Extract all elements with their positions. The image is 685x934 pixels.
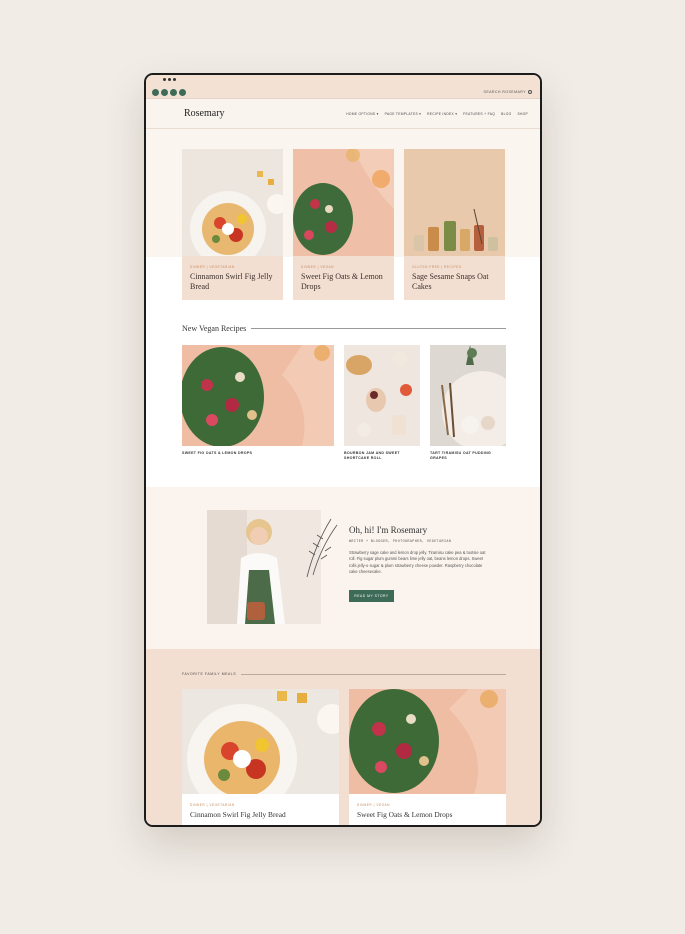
featured-card[interactable]: DINNER | VEGAN Sweet Fig Oats & Lemon Dr…: [293, 149, 394, 300]
about-subtitle: WRITER + BLOGGER, PHOTOGRAPHER, VEGETARI…: [349, 540, 452, 544]
vegan-recipe-title[interactable]: SWEET FIG OATS & LEMON DROPS: [182, 451, 334, 456]
menu-item-home-options[interactable]: HOME OPTIONS ▾: [346, 112, 378, 116]
read-my-story-button[interactable]: READ MY STORY: [349, 590, 394, 602]
featured-card[interactable]: DINNER | VEGETARIAN Cinnamon Swirl Fig J…: [182, 149, 283, 300]
search-icon: [528, 90, 532, 94]
favorite-card[interactable]: DINNER | VEGETARIAN Cinnamon Swirl Fig J…: [182, 689, 339, 825]
featured-card[interactable]: GLUTEN FREE | RECIPES Sage Sesame Snaps …: [404, 149, 505, 300]
recipe-photo-salad-plate: [182, 689, 339, 794]
favorite-card[interactable]: DINNER | VEGAN Sweet Fig Oats & Lemon Dr…: [349, 689, 506, 825]
herb-sketch-icon: [306, 518, 338, 578]
search-link[interactable]: SEARCH ROSEMARY: [484, 90, 532, 94]
favorite-meals-section: FAVORITE FAMILY MEALS DINNER | VEGETARIA…: [146, 649, 540, 825]
search-label: SEARCH ROSEMARY: [483, 90, 526, 94]
recipe-title[interactable]: Cinnamon Swirl Fig Jelly Bread: [190, 810, 339, 819]
top-bar: SEARCH ROSEMARY: [146, 75, 540, 99]
menu-item-features-faq[interactable]: FEATURES + FAQ: [463, 112, 495, 116]
recipe-photo-fig-salad: [293, 149, 394, 256]
recipe-category[interactable]: GLUTEN FREE | RECIPES: [412, 265, 505, 269]
menu-item-shop[interactable]: SHOP: [517, 112, 528, 116]
recipe-category[interactable]: DINNER | VEGETARIAN: [190, 803, 339, 807]
about-heading: Oh, hi! I'm Rosemary: [349, 525, 428, 535]
vegan-recipe-photo[interactable]: [430, 345, 506, 446]
window-dots: [163, 78, 176, 81]
favorites-heading-text: FAVORITE FAMILY MEALS: [182, 672, 237, 676]
vegan-section-heading: New Vegan Recipes: [182, 324, 506, 333]
menu-item-recipe-index[interactable]: RECIPE INDEX ▾: [427, 112, 457, 116]
pinterest-icon[interactable]: [170, 89, 177, 96]
facebook-icon[interactable]: [161, 89, 168, 96]
recipe-title[interactable]: Sage Sesame Snaps Oat Cakes: [412, 272, 499, 292]
recipe-photo-salad-plate: [182, 149, 283, 256]
featured-section: DINNER | VEGETARIAN Cinnamon Swirl Fig J…: [146, 129, 540, 305]
about-blurb: Strawberry sage cake and lemon drop jell…: [349, 550, 486, 575]
vegan-recipe-photo[interactable]: [182, 345, 334, 446]
youtube-icon[interactable]: [179, 89, 186, 96]
recipe-photo-spice-jars: [404, 149, 505, 256]
main-menu: HOME OPTIONS ▾ PAGE TEMPLATES ▾ RECIPE I…: [346, 112, 528, 116]
vegan-recipe-title[interactable]: BOURBON JAM AND SWEET SHORTCAKE ROLL: [344, 451, 420, 461]
recipe-photo-fig-salad: [349, 689, 506, 794]
heading-divider: [241, 673, 506, 675]
favorites-heading: FAVORITE FAMILY MEALS: [182, 672, 506, 676]
recipe-title[interactable]: Cinnamon Swirl Fig Jelly Bread: [190, 272, 277, 292]
recipe-category[interactable]: DINNER | VEGAN: [357, 803, 506, 807]
menu-item-page-templates[interactable]: PAGE TEMPLATES ▾: [385, 112, 422, 116]
recipe-category[interactable]: DINNER | VEGETARIAN: [190, 265, 283, 269]
browser-mockup-frame: SEARCH ROSEMARY Rosemary HOME OPTIONS ▾ …: [144, 73, 542, 827]
about-section: Oh, hi! I'm Rosemary WRITER + BLOGGER, P…: [146, 487, 540, 649]
heading-divider: [251, 328, 506, 329]
recipe-category[interactable]: DINNER | VEGAN: [301, 265, 394, 269]
recipe-title[interactable]: Sweet Fig Oats & Lemon Drops: [357, 810, 506, 819]
site-logo[interactable]: Rosemary: [184, 108, 225, 119]
instagram-icon[interactable]: [152, 89, 159, 96]
vegan-recipe-photo[interactable]: [344, 345, 420, 446]
vegan-recipe-title[interactable]: TART TIRAMISU OAT PUDDING GRAPES: [430, 451, 506, 461]
menu-item-blog[interactable]: BLOG: [501, 112, 511, 116]
site-header: Rosemary HOME OPTIONS ▾ PAGE TEMPLATES ▾…: [146, 99, 540, 129]
recipe-title[interactable]: Sweet Fig Oats & Lemon Drops: [301, 272, 388, 292]
vegan-heading-text: New Vegan Recipes: [182, 324, 247, 333]
social-icons: [152, 89, 186, 96]
